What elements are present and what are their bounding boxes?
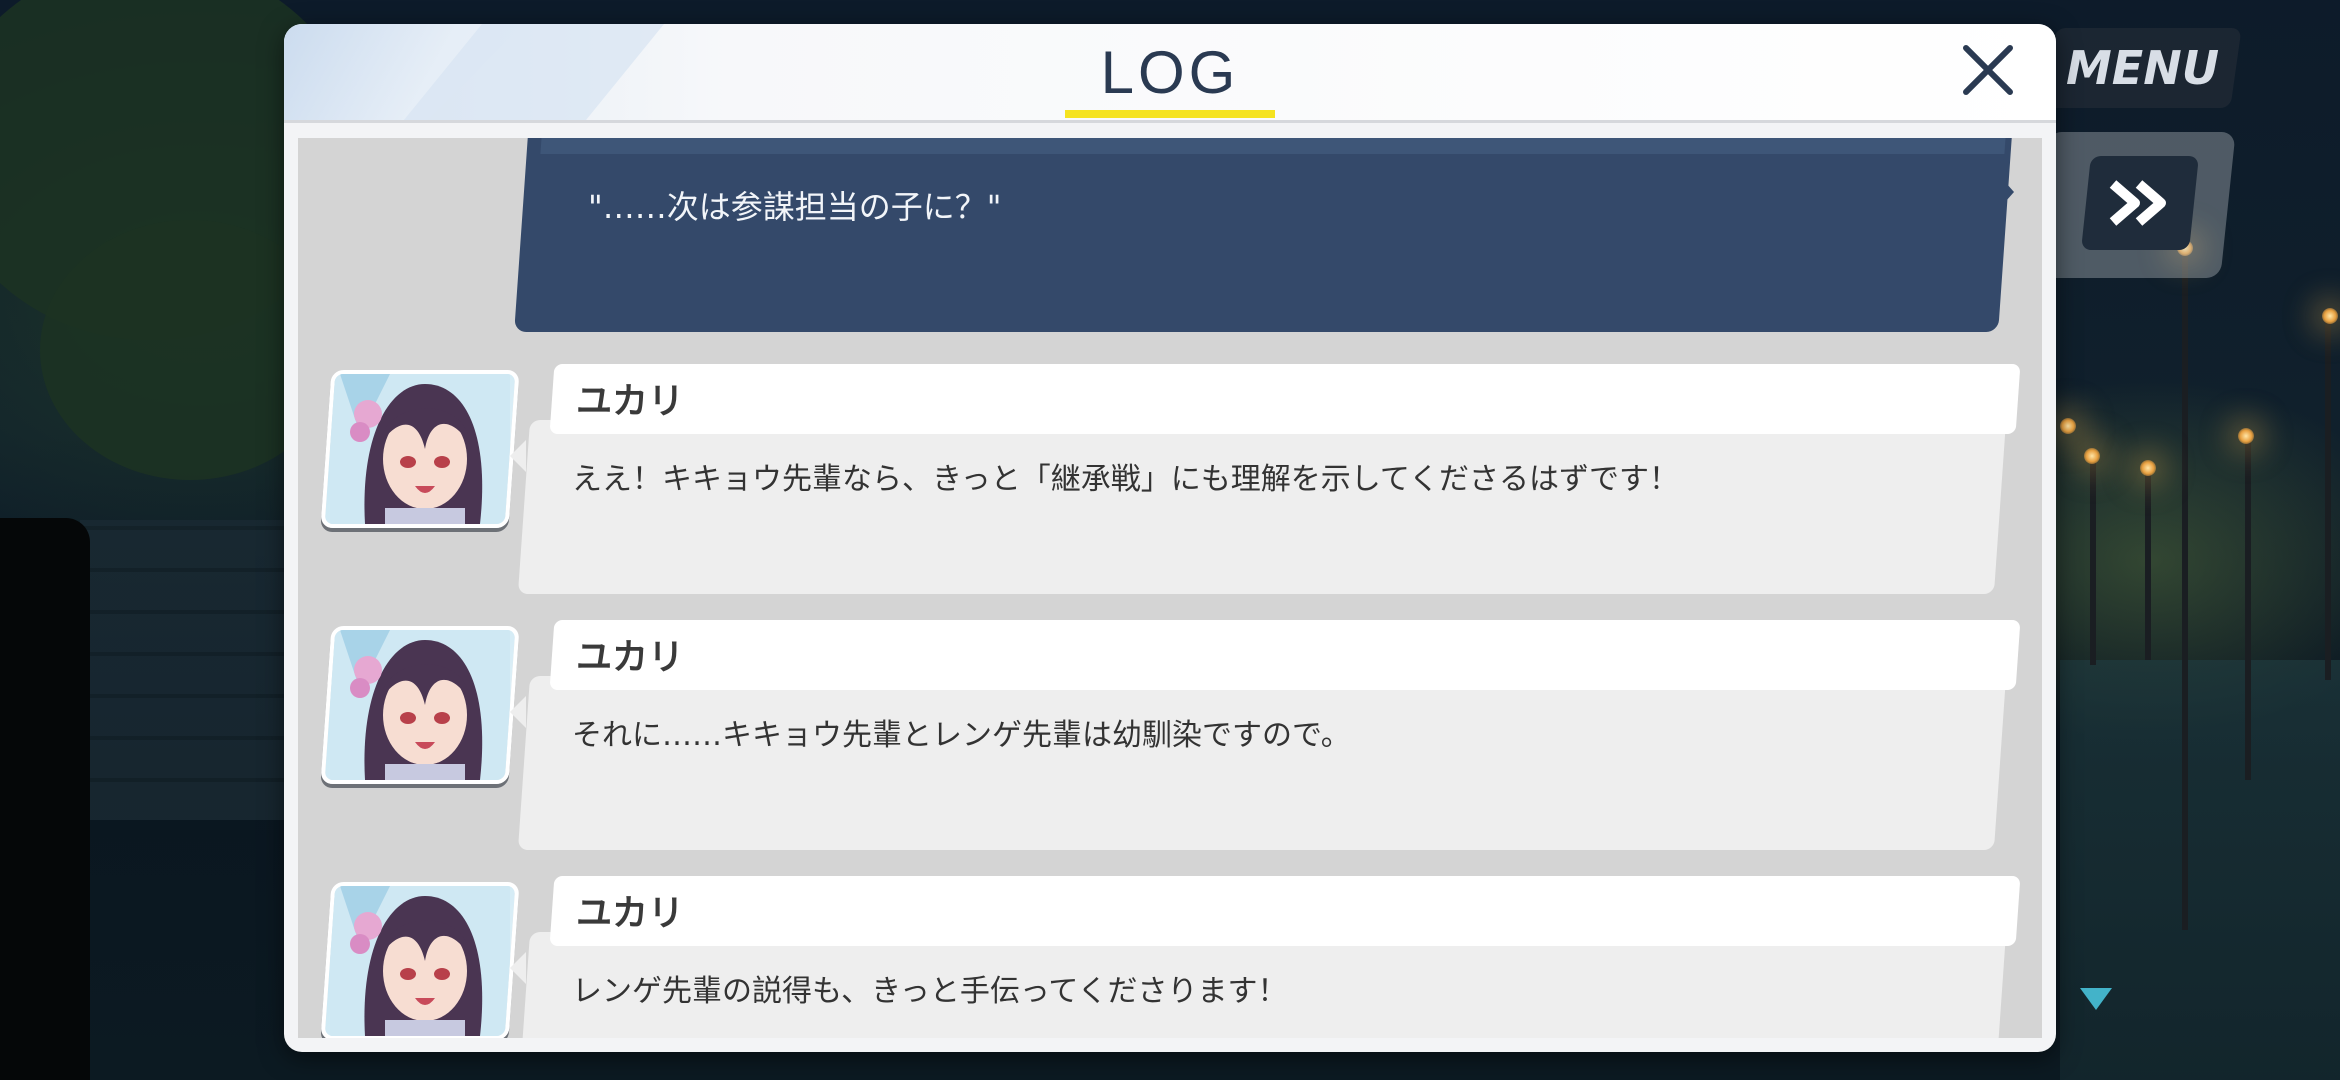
message-text: ええ！キキョウ先輩なら、きっと「継承戦」にも理解を示してくださるはずです！: [572, 462, 1679, 497]
yukari-avatar: [330, 630, 510, 780]
lamp-light: [2238, 428, 2254, 444]
speech-pointer: [510, 952, 526, 984]
street-lamp: [2245, 440, 2251, 780]
lamp-light: [2060, 418, 2076, 434]
speech-pointer: [510, 696, 526, 728]
speaker-name: ユカリ: [576, 381, 685, 422]
street-lamp: [2325, 320, 2331, 680]
message-box: [517, 676, 2007, 850]
player-name-strip: [540, 138, 2008, 154]
log-dialog: LOG "……次は参謀担当の子に？" ユカリ ええ！キキョウ先輩なら、きっと「継…: [284, 24, 2056, 1052]
lamp-light: [2322, 308, 2338, 324]
park-path: [2060, 660, 2340, 1080]
title-underline: [1065, 110, 1275, 118]
character-portrait: [320, 626, 520, 784]
log-scroll-area[interactable]: "……次は参謀担当の子に？" ユカリ ええ！キキョウ先輩なら、きっと「継承戦」に…: [298, 138, 2042, 1038]
fast-forward-icon: [2109, 180, 2166, 226]
speech-pointer: [1998, 174, 2014, 210]
side-shadow-panel: [0, 518, 90, 1080]
speaker-name: ユカリ: [576, 637, 685, 678]
message-text: レンゲ先輩の説得も、きっと手伝ってくださります！: [572, 974, 1288, 1009]
speech-pointer: [510, 440, 526, 472]
player-message-box: [514, 138, 2014, 332]
character-portrait: [320, 370, 520, 528]
down-triangle-icon[interactable]: [2080, 988, 2112, 1010]
name-tab: [549, 876, 2021, 946]
speaker-name: ユカリ: [576, 893, 685, 934]
street-lamp: [2182, 250, 2188, 930]
message-box: [517, 420, 2007, 594]
yukari-avatar: [330, 886, 510, 1036]
lamp-light: [2084, 448, 2100, 464]
menu-button[interactable]: MENU: [2044, 28, 2242, 108]
yukari-avatar: [330, 374, 510, 524]
message-text: "……次は参謀担当の子に？": [588, 188, 1002, 226]
dialog-header: LOG: [284, 24, 2056, 123]
name-tab: [549, 620, 2021, 690]
street-lamp: [2090, 455, 2096, 665]
name-tab: [549, 364, 2021, 434]
fast-forward-button[interactable]: [2081, 156, 2199, 250]
lamp-light: [2140, 460, 2156, 476]
dialog-title: LOG: [1100, 39, 1240, 106]
street-lamp: [2145, 470, 2151, 660]
menu-label: MENU: [2066, 41, 2220, 95]
character-portrait: [320, 882, 520, 1038]
message-text: それに……キキョウ先輩とレンゲ先輩は幼馴染ですので。: [572, 718, 1351, 753]
close-icon[interactable]: [1958, 40, 2018, 100]
